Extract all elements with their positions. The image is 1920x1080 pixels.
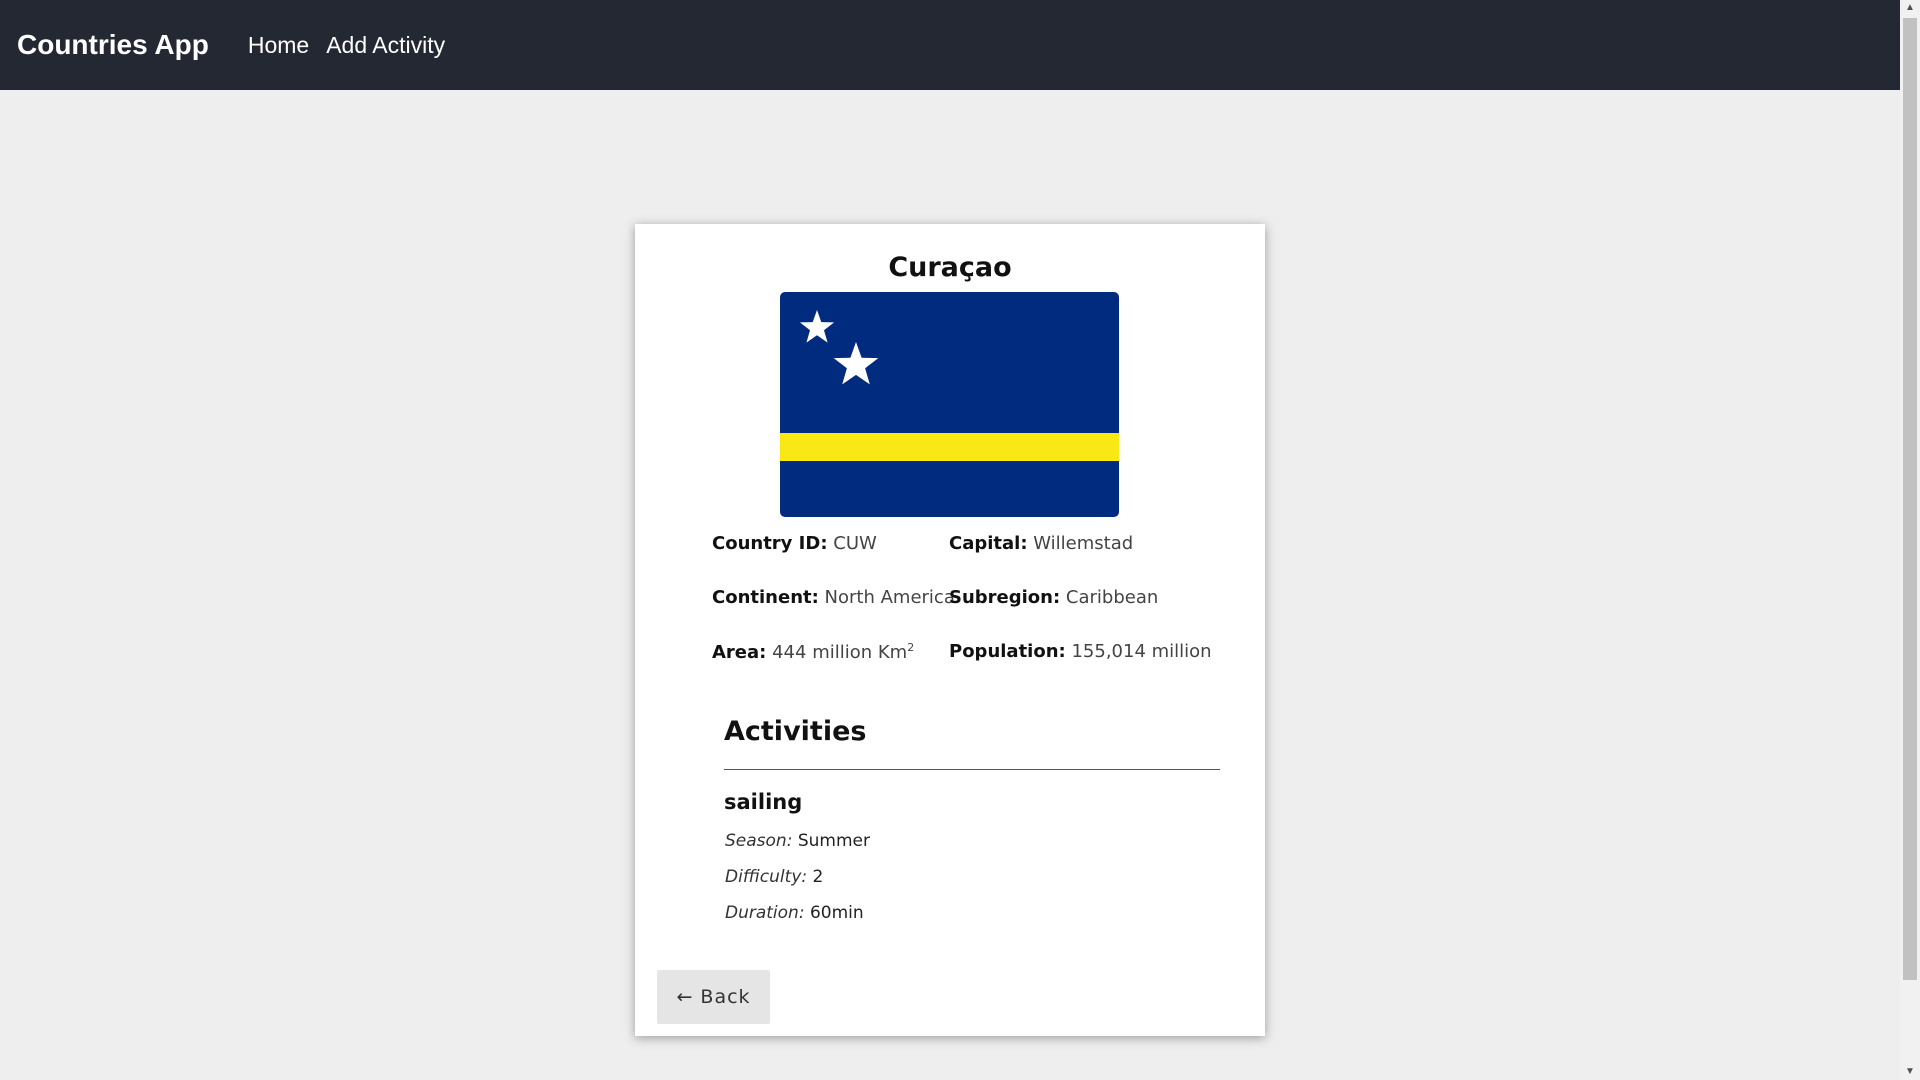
activities-heading: Activities [724, 716, 867, 747]
subregion: Subregion: Caribbean [949, 587, 1158, 608]
back-button-label: Back [700, 986, 751, 1008]
app-brand[interactable]: Countries App [17, 29, 209, 61]
arrow-left-icon: ← [676, 986, 694, 1008]
activity-duration-label: Duration: [725, 903, 805, 923]
population: Population: 155,014 million [949, 641, 1212, 662]
population-value: 155,014 million [1071, 641, 1212, 662]
country-name: Curaçao [888, 252, 1012, 283]
activity-season: Season: Summer [725, 831, 870, 851]
nav-link-add-activity[interactable]: Add Activity [326, 32, 445, 59]
capital-value: Willemstad [1033, 533, 1134, 554]
activity-duration-value: 60min [809, 903, 864, 923]
capital: Capital: Willemstad [949, 533, 1133, 554]
activities-divider [724, 769, 1220, 770]
nav-link-home[interactable]: Home [248, 32, 309, 59]
population-label: Population: [949, 641, 1066, 662]
country-id-label: Country ID: [712, 533, 828, 554]
subregion-value: Caribbean [1065, 587, 1159, 608]
activity-season-value: Summer [797, 831, 870, 851]
scroll-down-arrow-icon[interactable]: ▼ [1900, 1064, 1920, 1080]
vertical-scrollbar[interactable]: ▲ ▼ [1900, 0, 1920, 1080]
curacao-flag-icon [780, 292, 1119, 517]
activity-season-label: Season: [725, 831, 793, 851]
activity-duration: Duration: 60min [725, 903, 864, 923]
area-value: 444 million Km [772, 642, 908, 663]
activity-difficulty-label: Difficulty: [725, 867, 808, 887]
country-id-value: CUW [833, 533, 877, 554]
country-id: Country ID: CUW [712, 533, 877, 554]
subregion-label: Subregion: [949, 587, 1061, 608]
area: Area: 444 million Km2 [712, 641, 914, 663]
area-label: Area: [712, 642, 767, 663]
activity-name: sailing [724, 790, 803, 814]
back-button[interactable]: ← Back [657, 970, 770, 1024]
scroll-thumb[interactable] [1903, 18, 1917, 980]
activity-difficulty-value: 2 [812, 867, 824, 887]
country-detail-card: Curaçao Country ID: CUW Capital: Willems… [635, 224, 1265, 1036]
activity-difficulty: Difficulty: 2 [725, 867, 823, 887]
continent-label: Continent: [712, 587, 819, 608]
capital-label: Capital: [949, 533, 1028, 554]
scroll-up-arrow-icon[interactable]: ▲ [1900, 0, 1920, 16]
navbar: Countries App Home Add Activity [0, 0, 1900, 90]
continent-value: North America [824, 587, 955, 608]
continent: Continent: North America [712, 587, 955, 608]
area-superscript: 2 [907, 641, 915, 654]
